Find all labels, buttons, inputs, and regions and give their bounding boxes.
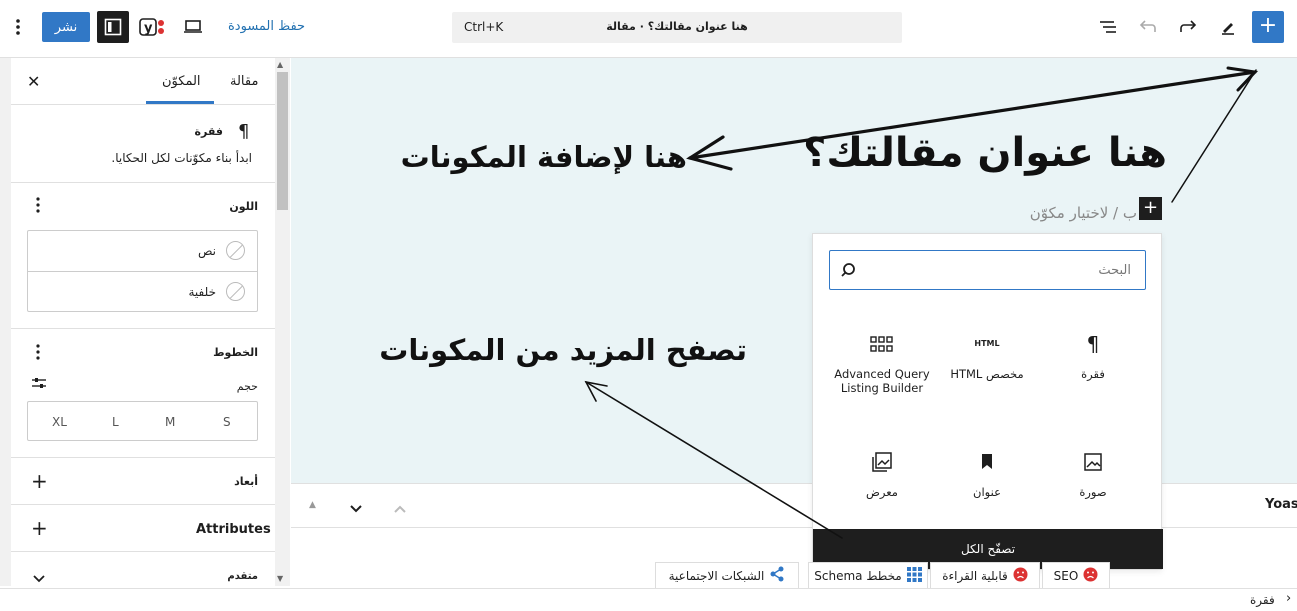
annotation-arrows: [584, 66, 1259, 539]
chevron-right-icon: ›: [1286, 591, 1292, 606]
grid-icon: [906, 566, 922, 585]
tab-label: مخطط Schema: [814, 568, 902, 583]
tab-label: SEO: [1053, 568, 1079, 583]
tab-seo[interactable]: SEO: [1042, 562, 1110, 588]
sad-face-icon: [1013, 567, 1028, 585]
arrow-to-browse: [585, 381, 843, 539]
tab-schema[interactable]: مخطط Schema: [808, 562, 928, 588]
arrow-from-plus: [1171, 69, 1257, 203]
tab-readability[interactable]: قابلية القراءة: [930, 562, 1040, 588]
tab-social[interactable]: الشبكات الاجتماعية: [655, 562, 799, 588]
sad-face-icon: [1083, 567, 1098, 585]
tab-label: قابلية القراءة: [942, 568, 1008, 583]
block-breadcrumb-bar: › فقرة: [0, 588, 1297, 611]
share-icon: [769, 566, 785, 585]
tab-label: الشبكات الاجتماعية: [668, 568, 765, 583]
arrow-to-inserter: [688, 70, 1257, 160]
breadcrumb-item[interactable]: فقرة: [1250, 593, 1275, 607]
editor-app: نشر y حفظ المسودة Ctrl+K هنا عنوان مقالت…: [0, 0, 1297, 611]
yoast-tab-bar: الشبكات الاجتماعية مخطط Schema قابلية ال…: [655, 562, 1110, 588]
